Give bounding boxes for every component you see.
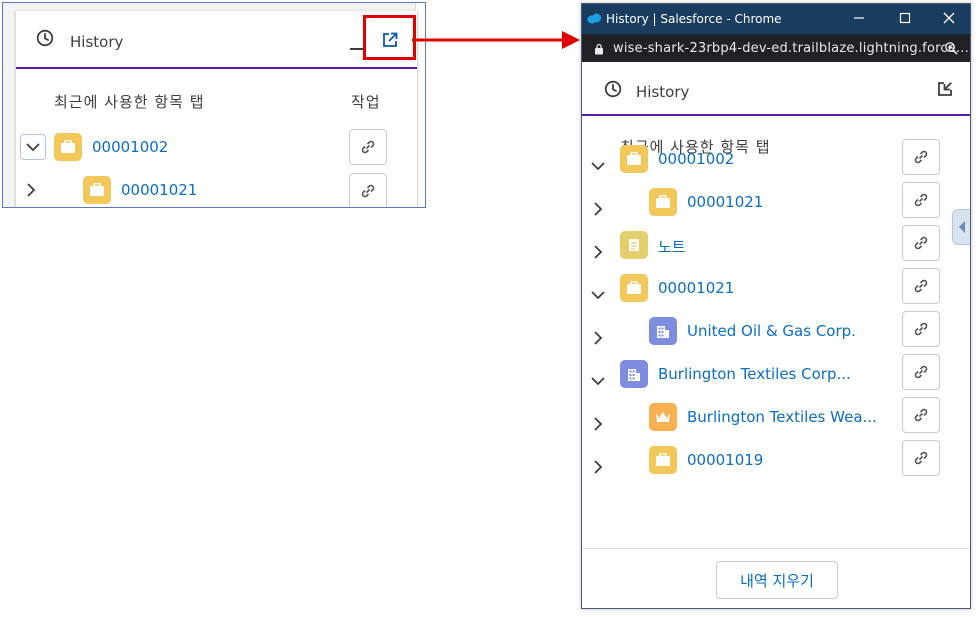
- link-icon: [914, 150, 928, 164]
- link-icon: [914, 322, 928, 336]
- pop-in-icon[interactable]: [936, 80, 954, 98]
- chevron-down-icon[interactable]: [590, 287, 606, 303]
- note-icon: [620, 231, 648, 259]
- link-icon: [914, 279, 928, 293]
- row-link[interactable]: Burlington Textiles Wea...: [687, 408, 877, 426]
- briefcase-icon: [83, 176, 111, 204]
- chevron-down-icon[interactable]: [590, 158, 606, 174]
- panel-footer: 내역 지우기: [582, 548, 970, 608]
- crown-icon: [649, 403, 677, 431]
- panel-header: History: [16, 11, 417, 69]
- copy-link-button[interactable]: [349, 129, 387, 165]
- copy-link-button[interactable]: [902, 440, 940, 476]
- chevron-right-icon[interactable]: [590, 244, 606, 260]
- row-link[interactable]: 00001021: [687, 193, 763, 211]
- popout-callout-highlight: [363, 15, 416, 60]
- chevron-right-icon[interactable]: [590, 459, 606, 475]
- row-link[interactable]: 노트: [658, 236, 686, 257]
- panel-header: History: [582, 62, 970, 116]
- chevron-right-icon[interactable]: [590, 330, 606, 346]
- history-popup-window: History | Salesforce - Chrome wise-shark…: [581, 3, 971, 609]
- row-link[interactable]: 00001002: [658, 150, 734, 168]
- recent-items-column-header: 최근에 사용한 항목 탭: [54, 93, 205, 111]
- zoom-icon[interactable]: [944, 41, 958, 55]
- side-panel-toggle[interactable]: [952, 209, 970, 245]
- lock-icon: [595, 43, 603, 55]
- copy-link-button[interactable]: [902, 268, 940, 304]
- row-link[interactable]: 00001019: [687, 451, 763, 469]
- briefcase-icon: [54, 133, 82, 161]
- link-icon: [361, 140, 375, 154]
- window-titlebar[interactable]: History | Salesforce - Chrome: [582, 4, 970, 34]
- callout-arrow: [412, 31, 580, 49]
- panel-title: History: [70, 33, 124, 51]
- url-text[interactable]: wise-shark-23rbp4-dev-ed.trailblaze.ligh…: [613, 41, 970, 56]
- row-link[interactable]: 00001021: [121, 181, 197, 199]
- history-utility-panel: History 최근에 사용한 항목 탭 작업 00001002 0000102…: [15, 11, 418, 207]
- copy-link-button[interactable]: [349, 173, 387, 207]
- copy-link-button[interactable]: [902, 225, 940, 261]
- link-icon: [914, 408, 928, 422]
- copy-link-button[interactable]: [902, 311, 940, 347]
- row-link[interactable]: Burlington Textiles Corp...: [658, 365, 851, 383]
- window-close-icon[interactable]: [942, 11, 956, 25]
- chevron-down-icon[interactable]: [590, 373, 606, 389]
- salesforce-cloud-icon: [587, 13, 601, 24]
- left-history-snippet: History 최근에 사용한 항목 탭 작업 00001002 0000102…: [2, 2, 426, 208]
- copy-link-button[interactable]: [902, 397, 940, 433]
- link-icon: [914, 365, 928, 379]
- row-link[interactable]: 00001002: [92, 138, 168, 156]
- link-icon: [914, 451, 928, 465]
- action-column-header: 작업: [351, 93, 381, 111]
- minimize-icon[interactable]: [350, 48, 364, 50]
- copy-link-button[interactable]: [902, 354, 940, 390]
- briefcase-icon: [620, 145, 648, 173]
- building-icon: [649, 317, 677, 345]
- row-link[interactable]: United Oil & Gas Corp.: [687, 322, 856, 340]
- clock-icon: [604, 80, 622, 98]
- building-icon: [620, 360, 648, 388]
- address-bar[interactable]: wise-shark-23rbp4-dev-ed.trailblaze.ligh…: [582, 34, 970, 62]
- copy-link-button[interactable]: [902, 139, 940, 175]
- chevron-right-icon[interactable]: [590, 201, 606, 217]
- chevron-right-icon[interactable]: [23, 182, 39, 198]
- chevron-right-icon[interactable]: [590, 416, 606, 432]
- clear-history-button[interactable]: 내역 지우기: [716, 561, 838, 599]
- link-icon: [914, 236, 928, 250]
- briefcase-icon: [649, 188, 677, 216]
- link-icon: [361, 184, 375, 198]
- window-maximize-icon[interactable]: [898, 11, 912, 25]
- chevron-left-icon[interactable]: [955, 210, 969, 244]
- copy-link-button[interactable]: [902, 182, 940, 218]
- window-title: History | Salesforce - Chrome: [606, 12, 782, 26]
- briefcase-icon: [649, 446, 677, 474]
- row-link[interactable]: 00001021: [658, 279, 734, 297]
- window-minimize-icon[interactable]: [852, 11, 866, 25]
- briefcase-icon: [620, 274, 648, 302]
- chevron-down-icon[interactable]: [25, 139, 41, 155]
- clock-icon: [36, 29, 54, 47]
- panel-title: History: [636, 83, 690, 101]
- link-icon: [914, 193, 928, 207]
